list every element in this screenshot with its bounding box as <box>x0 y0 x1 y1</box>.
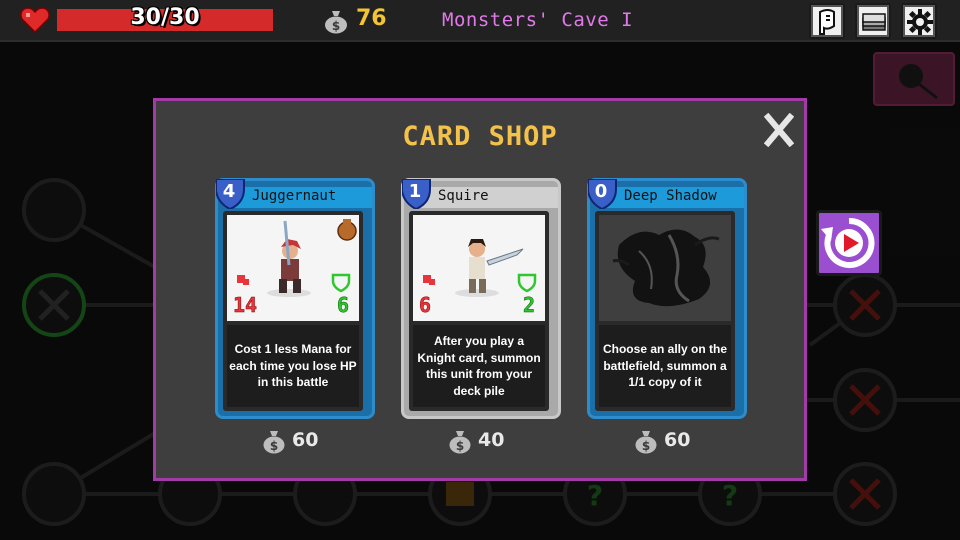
svg-text:$: $ <box>270 439 278 453</box>
card-name: Squire <box>438 188 489 204</box>
shadow-spell-icon <box>599 215 731 321</box>
close-x-icon[interactable] <box>764 113 794 147</box>
hp-text: 30/30 <box>130 5 200 30</box>
modal-title: CARD SHOP <box>402 121 558 152</box>
price-value: 60 <box>292 429 319 451</box>
card-art <box>599 215 731 321</box>
money-bag-icon: $ <box>263 431 285 454</box>
attack-value: 6 <box>419 293 432 318</box>
card-body: 14 6 Cost 1 less Mana for each time you … <box>223 211 363 411</box>
heart-icon <box>20 7 50 33</box>
price-value: 40 <box>478 429 505 451</box>
card-name: Deep Shadow <box>624 188 717 204</box>
mana-cost: 1 <box>408 181 422 202</box>
money-bag-icon: $ <box>635 431 657 454</box>
card-name-bar: Juggernaut <box>232 187 372 208</box>
mana-badge: 4 <box>215 178 246 211</box>
shop-card-deep-shadow[interactable]: Deep Shadow 0 Choose an ally on the batt… <box>587 178 747 419</box>
card-price: $ 60 <box>262 428 382 454</box>
top-hud: 30/30 $ 76 Monsters' Cave I <box>0 0 960 42</box>
bag-icon <box>337 219 357 241</box>
reroll-shop-button[interactable] <box>816 210 882 276</box>
attack-value: 14 <box>233 293 258 318</box>
level-title: Monsters' Cave I <box>442 9 634 31</box>
shop-card-squire[interactable]: Squire 1 6 2 After you play a Knight car… <box>401 178 561 419</box>
money-bag-icon: $ <box>449 431 471 454</box>
shop-card-juggernaut[interactable]: Juggernaut 4 14 6 Cost 1 less Mana for e… <box>215 178 375 419</box>
health-value: 6 <box>336 293 350 318</box>
card-art: 6 2 <box>413 215 545 321</box>
card-art: 14 6 <box>227 215 359 321</box>
attack-fist-icon <box>423 275 435 285</box>
gear-icon <box>907 9 933 35</box>
card-name-bar: Squire <box>418 187 558 208</box>
refresh-play-icon <box>821 217 875 268</box>
health-shield-icon <box>331 273 351 293</box>
card-description: After you play a Knight card, summon thi… <box>413 325 545 407</box>
price-value: 60 <box>664 429 691 451</box>
card-name: Juggernaut <box>252 188 337 204</box>
money-bag-icon: $ <box>325 11 347 34</box>
svg-text:$: $ <box>642 439 650 453</box>
map-scroll-icon <box>819 9 835 35</box>
card-description: Choose an ally on the battlefield, summo… <box>599 325 731 407</box>
mana-cost: 0 <box>594 181 608 202</box>
card-deck-icon <box>862 13 886 31</box>
map-button[interactable] <box>809 3 845 39</box>
gold-amount: 76 <box>356 6 387 31</box>
mana-badge: 0 <box>587 178 618 211</box>
card-shop-modal: CARD SHOP Juggernaut 4 14 6 Cost 1 less … <box>153 98 807 481</box>
svg-text:$: $ <box>332 19 340 33</box>
deck-button[interactable] <box>855 3 891 39</box>
card-price: $ 60 <box>634 428 754 454</box>
card-description: Cost 1 less Mana for each time you lose … <box>227 325 359 407</box>
settings-button[interactable] <box>901 3 937 39</box>
card-price: $ 40 <box>448 428 568 454</box>
health-value: 2 <box>522 293 536 318</box>
svg-text:$: $ <box>456 439 464 453</box>
mana-badge: 1 <box>401 178 432 211</box>
card-name-bar: Deep Shadow <box>604 187 744 208</box>
attack-fist-icon <box>237 275 249 285</box>
card-body: Choose an ally on the battlefield, summo… <box>595 211 735 411</box>
card-body: 6 2 After you play a Knight card, summon… <box>409 211 549 411</box>
mana-cost: 4 <box>222 181 236 202</box>
health-shield-icon <box>517 273 537 293</box>
